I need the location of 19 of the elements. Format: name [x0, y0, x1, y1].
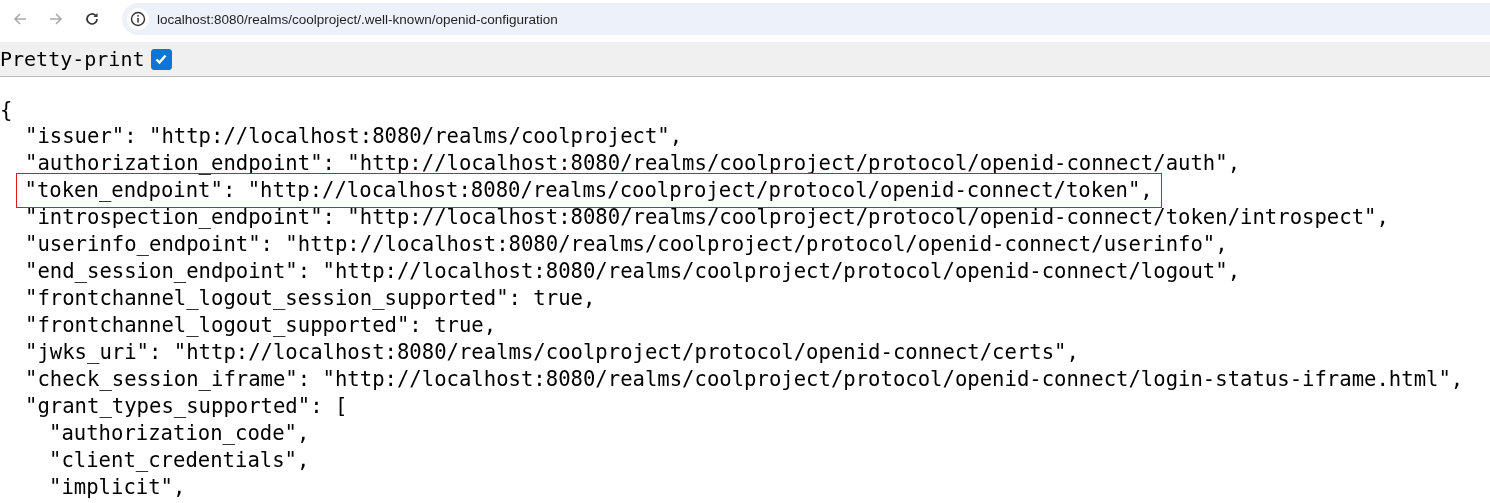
json-line: "jwks_uri": "http://localhost:8080/realms/coolproject/protocol/openid-connect/certs", [25, 340, 1079, 365]
json-line: "userinfo_endpoint": "http://localhost:8080/realms/coolproject/protocol/openid-connect/userinfo", [25, 232, 1228, 257]
json-line: "frontchannel_logout_session_supported": true, [25, 286, 596, 311]
info-icon[interactable] [127, 8, 149, 30]
pretty-print-checkbox[interactable] [150, 48, 172, 70]
url-text: localhost:8080/realms/coolproject/.well-known/openid-configuration [157, 11, 558, 27]
json-brace: { [0, 98, 13, 122]
json-line: "client_credentials", [49, 448, 310, 473]
address-bar[interactable]: localhost:8080/realms/coolproject/.well-known/openid-configuration [122, 3, 1490, 35]
json-line: "authorization_code", [49, 421, 310, 446]
pretty-print-label: Pretty-print [0, 47, 145, 71]
json-line: "frontchannel_logout_supported": true, [25, 313, 497, 338]
reload-icon[interactable] [84, 11, 100, 27]
json-line: "introspection_endpoint": "http://localhost:8080/realms/coolproject/protocol/openid-connect/token/introspect", [25, 205, 1389, 230]
json-line: "implicit", [49, 475, 186, 500]
json-line: "grant_types_supported": [ [25, 394, 348, 419]
json-line: "end_session_endpoint": "http://localhost:8080/realms/coolproject/protocol/openid-connect/logout", [25, 259, 1241, 284]
json-line: "issuer": "http://localhost:8080/realms/coolproject", [25, 124, 683, 149]
json-line: "check_session_iframe": "http://localhost:8080/realms/coolproject/protocol/openid-connect/login-status-iframe.html", [25, 367, 1464, 392]
